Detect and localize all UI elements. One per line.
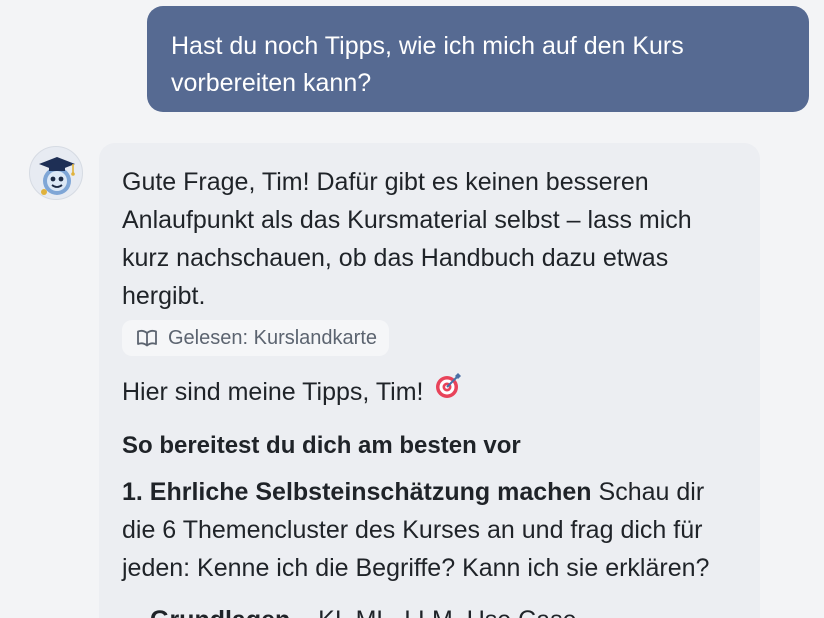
list-item-text: – KI, ML, LLM, Use Case — [290, 606, 576, 618]
list-item-title: Grundlagen — [150, 606, 290, 618]
tips-heading: So bereitest du dich am besten vor — [122, 432, 521, 459]
intro-line-1: Gute Frage, Tim! Dafür gibt es keinen be… — [122, 168, 649, 196]
intro-line-3: kurz nachschauen, ob das Handbuch dazu e… — [122, 244, 669, 272]
topic-list: Grundlagen – KI, ML, LLM, Use Case — [122, 601, 736, 618]
step-1-title: 1. Ehrliche Selbsteinschätzung machen — [122, 478, 592, 506]
graduate-mascot-icon — [29, 146, 83, 200]
assistant-message: Gute Frage, Tim! Dafür gibt es keinen be… — [99, 143, 760, 618]
read-source-label: Gelesen: Kurslandkarte — [168, 326, 378, 349]
tips-intro-text: Hier sind meine Tipps, Tim! — [122, 377, 424, 406]
read-source-chip[interactable]: Gelesen: Kurslandkarte — [122, 320, 390, 356]
user-message-line-1: Hast du noch Tipps, wie ich mich auf den… — [171, 32, 684, 60]
list-item: Grundlagen – KI, ML, LLM, Use Case — [150, 601, 736, 618]
step-1-text-1: Schau dir — [598, 478, 705, 506]
tips-intro-row: Hier sind meine Tipps, Tim! — [122, 372, 736, 411]
intro-line-4: hergibt. — [122, 282, 206, 310]
assistant-intro: Gute Frage, Tim! Dafür gibt es keinen be… — [122, 163, 736, 315]
open-book-icon — [136, 328, 158, 348]
step-1-text-2: die 6 Themencluster des Kurses an und fr… — [122, 516, 703, 544]
step-1-text-3: jeden: Kenne ich die Begriffe? Kann ich … — [122, 554, 710, 582]
target-icon — [434, 372, 462, 411]
chat-view: Hast du noch Tipps, wie ich mich auf den… — [0, 0, 824, 618]
step-1: 1. Ehrliche Selbsteinschätzung machen Sc… — [122, 473, 736, 587]
user-message-line-2: vorbereiten kann? — [171, 69, 372, 97]
intro-line-2: Anlaufpunkt als das Kursmaterial selbst … — [122, 206, 692, 234]
user-message-bubble: Hast du noch Tipps, wie ich mich auf den… — [147, 6, 809, 112]
